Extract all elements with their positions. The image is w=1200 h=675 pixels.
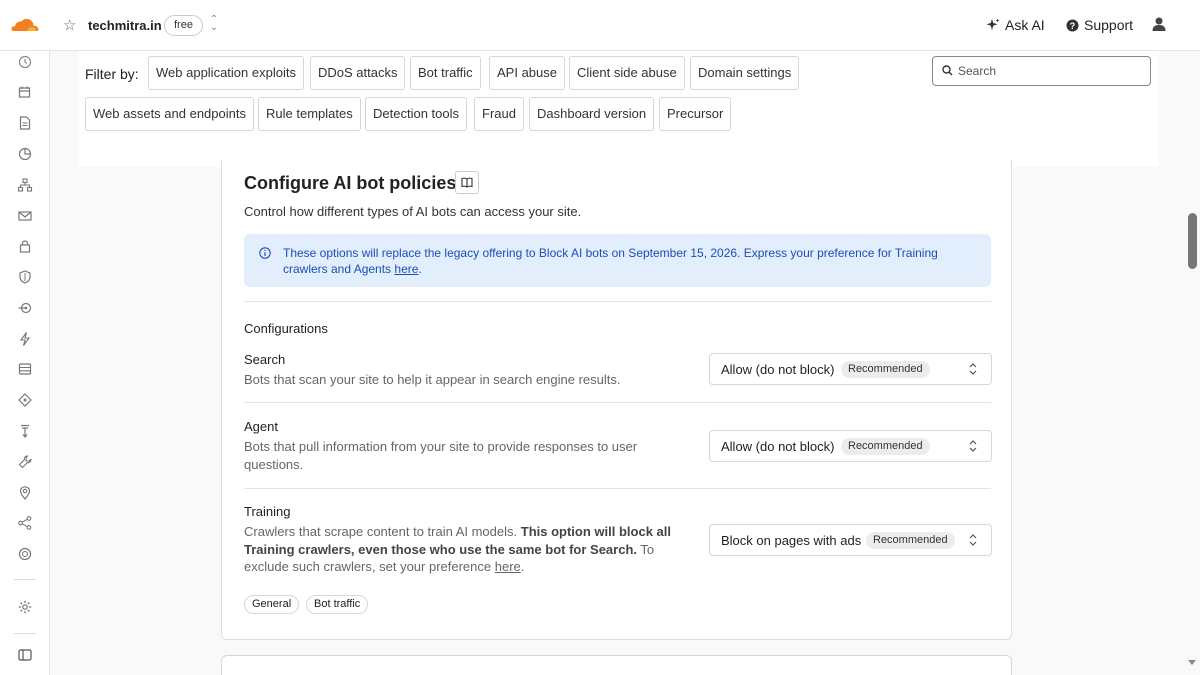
training-desc-start: Crawlers that scrape content to train AI… <box>244 524 518 539</box>
agent-policy-select[interactable]: Allow (do not block) Recommended <box>709 430 992 462</box>
filter-chip-dashboard-version[interactable]: Dashboard version <box>529 97 655 131</box>
recommended-badge: Recommended <box>841 438 930 455</box>
ai-bot-policies-card: Configure AI bot policies Control how di… <box>221 160 1012 640</box>
support-button[interactable]: ? Support <box>1066 17 1133 33</box>
training-desc-period: . <box>520 559 525 574</box>
filter-chip-rule-templates[interactable]: Rule templates <box>258 97 361 131</box>
book-icon <box>461 177 473 188</box>
info-banner: These options will replace the legacy of… <box>244 234 991 287</box>
scrollbar[interactable] <box>1182 51 1200 675</box>
agent-row-title: Agent <box>244 419 278 434</box>
search-row-description: Bots that scan your site to help it appe… <box>244 372 621 387</box>
filter-chip-client-side-abuse[interactable]: Client side abuse <box>569 56 685 90</box>
card-title: Configure AI bot policies <box>244 173 457 193</box>
route-icon[interactable] <box>17 300 33 316</box>
chevron-up-down-icon <box>969 363 977 375</box>
agent-row-description: Bots that pull information from your sit… <box>244 439 638 472</box>
divider <box>244 402 991 403</box>
domain-switcher-chevron-icon[interactable]: ⌃ ⌄ <box>209 15 219 33</box>
filter-chip-detection-tools[interactable]: Detection tools <box>365 97 467 131</box>
diamond-icon[interactable] <box>17 392 33 408</box>
help-icon: ? <box>1066 19 1079 31</box>
search-input[interactable] <box>958 61 1143 81</box>
chevron-up-down-icon <box>969 534 977 546</box>
settings-icon[interactable] <box>17 599 33 615</box>
sidebar <box>0 51 50 675</box>
search-row-title: Search <box>244 352 286 367</box>
filter-label: Filter by: <box>85 66 139 82</box>
pie-chart-icon[interactable] <box>17 146 33 162</box>
history-icon[interactable] <box>17 54 33 70</box>
next-card <box>221 655 1012 675</box>
filter-chip-api-abuse[interactable]: API abuse <box>489 56 565 90</box>
svg-text:?: ? <box>1070 21 1076 31</box>
info-icon <box>259 247 271 259</box>
pin-icon[interactable] <box>17 423 33 439</box>
filter-chip-web-application-exploits[interactable]: Web application exploits <box>148 56 304 90</box>
sidebar-divider <box>14 579 36 580</box>
info-banner-text: These options will replace the legacy of… <box>283 245 973 277</box>
configurations-heading: Configurations <box>244 321 328 336</box>
cloudflare-logo-icon[interactable] <box>10 14 40 36</box>
network-icon[interactable] <box>17 177 33 193</box>
filter-chip-precursor[interactable]: Precursor <box>659 97 732 131</box>
sparkle-icon <box>986 18 1000 30</box>
lock-icon[interactable] <box>17 238 33 254</box>
search-icon <box>942 65 953 76</box>
documentation-button[interactable] <box>455 171 479 194</box>
support-label: Support <box>1084 17 1134 33</box>
wrench-icon[interactable] <box>17 454 33 470</box>
email-icon[interactable] <box>17 208 33 224</box>
ask-ai-label: Ask AI <box>1005 17 1045 33</box>
tag-general[interactable]: General <box>244 595 300 614</box>
calendar-icon[interactable] <box>17 84 33 100</box>
search-policy-select[interactable]: Allow (do not block) Recommended <box>709 353 992 385</box>
filter-panel: Filter by: Web application exploits DDoS… <box>78 51 1159 167</box>
info-banner-message: These options will replace the legacy of… <box>283 246 938 276</box>
training-row-description: Crawlers that scrape content to train AI… <box>244 523 694 576</box>
card-description: Control how different types of AI bots c… <box>244 204 582 219</box>
search-box[interactable] <box>932 56 1151 86</box>
select-value: Allow (do not block) <box>721 439 835 454</box>
training-preference-link[interactable]: here <box>495 559 521 574</box>
training-policy-select[interactable]: Block on pages with ads Recommended <box>709 524 992 556</box>
ask-ai-button[interactable]: Ask AI <box>986 17 1045 33</box>
plan-badge: free <box>164 15 203 36</box>
bolt-icon[interactable] <box>17 331 33 347</box>
filter-chip-bot-traffic[interactable]: Bot traffic <box>410 56 481 90</box>
recommended-badge: Recommended <box>866 532 955 549</box>
share-icon[interactable] <box>17 515 33 531</box>
scroll-down-arrow-icon[interactable] <box>1188 660 1196 665</box>
sidebar-divider <box>14 633 36 634</box>
database-icon[interactable] <box>17 361 33 377</box>
info-banner-link[interactable]: here <box>394 262 418 276</box>
info-banner-period: . <box>418 262 422 276</box>
select-value: Allow (do not block) <box>721 362 835 377</box>
filter-chip-domain-settings[interactable]: Domain settings <box>690 56 800 90</box>
user-account-icon[interactable] <box>1152 17 1166 31</box>
badge-icon[interactable] <box>17 546 33 562</box>
favorite-star-icon[interactable]: ☆ <box>63 16 76 34</box>
chevron-up-down-icon <box>969 440 977 452</box>
filter-chip-fraud[interactable]: Fraud <box>474 97 524 131</box>
divider <box>244 301 991 302</box>
filter-chip-web-assets-and-endpoints[interactable]: Web assets and endpoints <box>85 97 254 131</box>
recommended-badge: Recommended <box>841 361 930 378</box>
panel-toggle-icon[interactable] <box>17 647 33 663</box>
divider <box>244 488 991 489</box>
document-icon[interactable] <box>17 115 33 131</box>
shield-icon[interactable] <box>17 269 33 285</box>
scrollbar-thumb[interactable] <box>1188 213 1197 269</box>
select-value: Block on pages with ads <box>721 533 862 548</box>
domain-name[interactable]: techmitra.in <box>88 18 162 33</box>
top-bar: ☆ techmitra.in free ⌃ ⌄ Ask AI ? Support <box>0 0 1200 51</box>
filter-chip-ddos-attacks[interactable]: DDoS attacks <box>310 56 406 90</box>
tag-bot-traffic[interactable]: Bot traffic <box>306 595 369 614</box>
training-row-title: Training <box>244 504 291 519</box>
location-icon[interactable] <box>17 485 33 501</box>
